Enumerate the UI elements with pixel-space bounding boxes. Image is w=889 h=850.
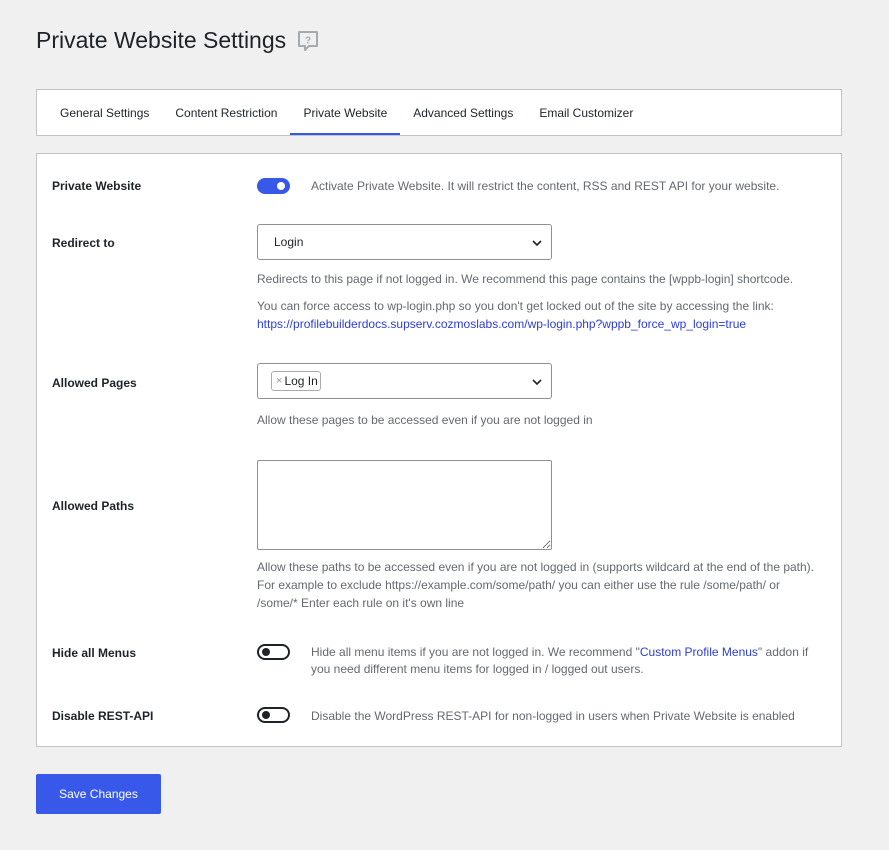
allowed-pages-label: Allowed Pages (52, 376, 137, 390)
hide-menus-description-post: " addon if (757, 645, 809, 659)
allowed-paths-textarea[interactable] (257, 460, 552, 550)
private-website-toggle[interactable] (257, 178, 290, 194)
toggle-knob (262, 648, 270, 656)
chevron-down-icon (532, 240, 542, 247)
allowed-pages-select[interactable]: × Log In (257, 363, 552, 399)
help-icon[interactable]: ? (296, 29, 320, 53)
disable-rest-description: Disable the WordPress REST-API for non-l… (311, 709, 795, 723)
allowed-paths-label: Allowed Paths (52, 499, 135, 513)
private-website-label: Private Website (52, 179, 142, 193)
tab-private-website[interactable]: Private Website (290, 92, 401, 135)
hide-menus-description-2: you need different menu items for logged… (311, 662, 644, 676)
private-website-description: Activate Private Website. It will restri… (311, 179, 780, 193)
redirect-to-select[interactable]: Login (257, 224, 552, 260)
svg-text:?: ? (305, 35, 311, 46)
hide-menus-description-pre: Hide all menu items if you are not logge… (311, 645, 640, 659)
settings-tabs: General Settings Content Restriction Pri… (36, 89, 842, 136)
tab-email-customizer[interactable]: Email Customizer (526, 92, 646, 135)
custom-profile-menus-link[interactable]: Custom Profile Menus (640, 645, 758, 659)
save-changes-button[interactable]: Save Changes (36, 774, 161, 814)
disable-rest-label: Disable REST-API (52, 709, 154, 723)
page-title: Private Website Settings ? (36, 27, 320, 54)
allowed-paths-description-2: For example to exclude https://example.c… (257, 578, 780, 592)
hide-menus-toggle[interactable] (257, 644, 290, 660)
allowed-paths-description-1: Allow these paths to be accessed even if… (257, 560, 815, 574)
hide-menus-description: Hide all menu items if you are not logge… (311, 644, 808, 661)
remove-tag-icon[interactable]: × (276, 375, 282, 387)
allowed-page-tag-label: Log In (284, 374, 318, 388)
tab-advanced-settings[interactable]: Advanced Settings (400, 92, 526, 135)
allowed-page-tag: × Log In (271, 371, 321, 391)
page-title-text: Private Website Settings (36, 27, 287, 53)
tab-general-settings[interactable]: General Settings (47, 92, 162, 135)
settings-panel: Private Website Activate Private Website… (36, 153, 842, 747)
redirect-to-note: You can force access to wp-login.php so … (257, 299, 774, 313)
tab-content-restriction[interactable]: Content Restriction (162, 92, 290, 135)
redirect-to-label: Redirect to (52, 236, 115, 250)
force-login-link[interactable]: https://profilebuilderdocs.supserv.cozmo… (257, 316, 746, 333)
hide-menus-label: Hide all Menus (52, 646, 137, 660)
redirect-to-description: Redirects to this page if not logged in.… (257, 272, 794, 286)
redirect-to-value: Login (274, 235, 304, 249)
toggle-knob (262, 711, 270, 719)
disable-rest-toggle[interactable] (257, 707, 290, 723)
allowed-paths-description-3: /some/* Enter each rule on it's own line (257, 596, 465, 610)
toggle-knob (277, 182, 285, 190)
allowed-pages-description: Allow these pages to be accessed even if… (257, 413, 593, 427)
chevron-down-icon (532, 379, 542, 386)
